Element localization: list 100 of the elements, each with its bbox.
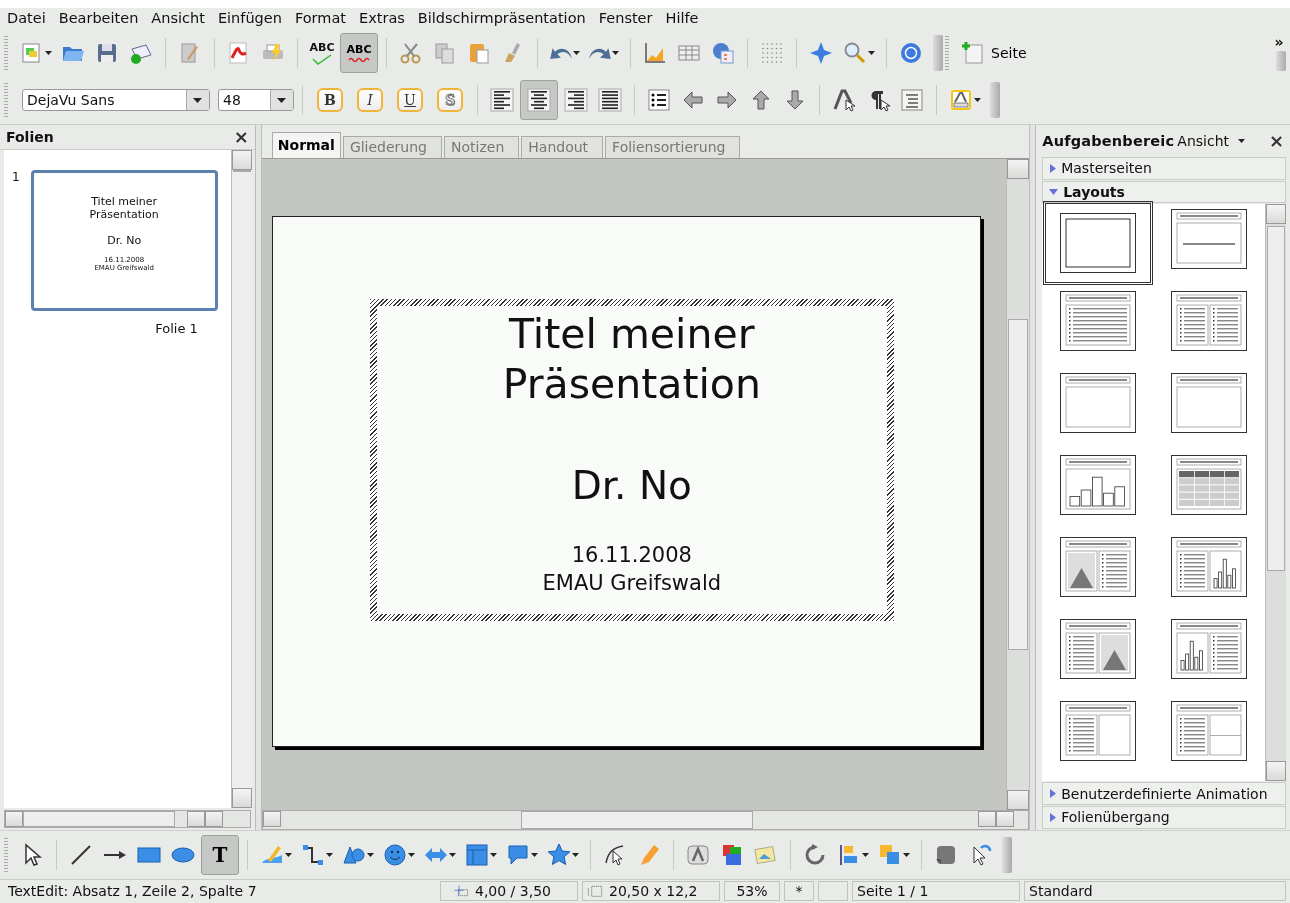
scroll-down-button[interactable] xyxy=(1266,761,1286,782)
scroll-left-button[interactable] xyxy=(262,810,281,827)
caret-icon xyxy=(531,853,538,857)
overflow-handle[interactable] xyxy=(1276,51,1286,72)
bold-button[interactable]: B xyxy=(317,88,343,113)
layout-thumbnail[interactable] xyxy=(1057,289,1138,354)
status-layout: Standard xyxy=(1024,881,1286,902)
vertical-scrollbar[interactable] xyxy=(230,149,252,808)
status-position: 4,00 / 3,50 xyxy=(475,883,551,900)
menu-item[interactable]: Datei xyxy=(7,6,46,29)
autospellcheck-button[interactable]: ABC xyxy=(340,33,378,74)
dropdown-arrow-icon xyxy=(192,97,202,103)
menu-item[interactable]: Bearbeiten xyxy=(58,6,139,29)
view-tab[interactable]: Gliederung xyxy=(342,135,442,158)
envelope-icon xyxy=(129,41,153,66)
layout-thumbnail[interactable] xyxy=(1169,371,1250,436)
section-header[interactable]: Benutzerdefinierte Animation xyxy=(1042,782,1286,805)
spellcheck-icon xyxy=(312,53,332,65)
font-size-field[interactable]: 48 xyxy=(218,89,294,112)
horizontal-scrollbar[interactable] xyxy=(4,809,251,828)
collapse-triangle-icon xyxy=(1049,188,1059,196)
menu-item[interactable]: Format xyxy=(294,6,346,29)
align-center-icon xyxy=(527,88,551,113)
menu-item[interactable]: Extras xyxy=(359,6,405,29)
overflow-handle[interactable] xyxy=(1002,837,1012,873)
vertical-scrollbar[interactable] xyxy=(1006,158,1030,810)
redo-arrow-icon xyxy=(589,47,611,60)
align-center-button[interactable] xyxy=(520,80,558,121)
caret-icon xyxy=(903,853,910,857)
italic-button[interactable]: I xyxy=(357,88,383,113)
horizontal-scrollbar[interactable] xyxy=(261,809,1030,830)
section-header[interactable]: Layouts xyxy=(1042,180,1286,204)
scroll-left-button[interactable] xyxy=(187,810,205,827)
highlight-icon xyxy=(949,88,973,113)
close-button[interactable]: × xyxy=(233,127,249,146)
scroll-right-button[interactable] xyxy=(205,810,223,827)
view-menu[interactable]: Ansicht xyxy=(1177,132,1266,149)
scrollbar-thumb[interactable] xyxy=(520,810,753,829)
expand-triangle-icon xyxy=(1049,163,1057,173)
layout-thumbnail[interactable] xyxy=(1057,699,1138,764)
layout-thumbnail[interactable] xyxy=(1057,371,1138,436)
view-tab[interactable]: Normal xyxy=(271,131,341,158)
splitter-handle[interactable] xyxy=(1029,124,1037,830)
caret-icon xyxy=(45,51,52,56)
dot-grid-icon xyxy=(760,41,784,66)
layout-thumbnail[interactable] xyxy=(1169,289,1250,354)
close-button[interactable]: × xyxy=(1268,131,1284,150)
more-tools-button[interactable]: » xyxy=(1274,35,1284,50)
scroll-down-button[interactable] xyxy=(231,787,252,808)
slide-caption: Folie 1 xyxy=(154,320,199,336)
status-text: TextEdit: Absatz 1, Zeile 2, Spalte 7 xyxy=(7,882,258,902)
caret-icon xyxy=(572,853,579,857)
align-left-icon xyxy=(490,88,514,113)
menu-item[interactable]: Einfügen xyxy=(217,6,282,29)
scroll-left-button[interactable] xyxy=(5,810,23,827)
layout-thumbnail[interactable] xyxy=(1057,535,1138,600)
text-tool-button[interactable]: T xyxy=(201,835,239,875)
underline-button[interactable]: U xyxy=(397,88,423,113)
scrollbar-thumb[interactable] xyxy=(1267,226,1285,572)
menu-item[interactable]: Fenster xyxy=(598,6,653,29)
connector-icon xyxy=(301,843,325,867)
layout-thumbnail[interactable] xyxy=(1042,201,1153,286)
spellcheck-button[interactable]: ABC xyxy=(306,36,338,71)
speech-bubble-icon xyxy=(506,843,530,867)
section-header[interactable]: Masterseiten xyxy=(1042,156,1286,180)
overflow-handle[interactable] xyxy=(990,82,1000,119)
vertical-scrollbar[interactable] xyxy=(1265,204,1286,782)
overflow-handle[interactable] xyxy=(933,35,943,72)
scrollbar-thumb[interactable] xyxy=(1008,318,1029,650)
layout-thumbnail[interactable] xyxy=(1169,617,1250,682)
scroll-down-button[interactable] xyxy=(1007,789,1030,810)
expand-triangle-icon xyxy=(1049,812,1057,822)
scroll-up-button[interactable] xyxy=(1007,158,1030,179)
scrollbar-thumb[interactable] xyxy=(232,169,251,172)
clipboard-icon xyxy=(467,41,491,66)
scroll-right-button[interactable] xyxy=(995,810,1014,827)
layout-thumbnail[interactable] xyxy=(1169,207,1250,272)
layout-thumbnail[interactable] xyxy=(1057,617,1138,682)
layout-thumbnail[interactable] xyxy=(1169,699,1250,764)
caret-icon xyxy=(408,853,415,857)
justify-icon xyxy=(598,88,622,113)
section-header[interactable]: Folienübergang xyxy=(1042,806,1286,829)
scroll-up-button[interactable] xyxy=(1266,204,1286,225)
align-right-icon xyxy=(564,88,588,113)
layout-thumbnail[interactable] xyxy=(1169,453,1250,518)
new-slide-button[interactable]: Seite xyxy=(957,36,1031,71)
font-name-field[interactable]: DejaVu Sans xyxy=(22,89,210,112)
scroll-left-button[interactable] xyxy=(977,810,996,827)
splitter-handle[interactable] xyxy=(254,124,262,830)
layout-thumbnail[interactable] xyxy=(1169,535,1250,600)
wavy-line-icon xyxy=(348,56,370,63)
slide-number: 1 xyxy=(12,169,20,186)
scrollbar-thumb[interactable] xyxy=(23,810,175,827)
caret-icon xyxy=(573,51,580,56)
scroll-up-button[interactable] xyxy=(231,149,252,170)
menu-item[interactable]: Hilfe xyxy=(665,6,699,29)
layout-thumbnail[interactable] xyxy=(1057,453,1138,518)
menu-item[interactable]: Bildschirmpräsentation xyxy=(417,6,586,29)
slide-place: EMAU Greifswald xyxy=(542,569,722,597)
menu-item[interactable]: Ansicht xyxy=(151,6,205,29)
